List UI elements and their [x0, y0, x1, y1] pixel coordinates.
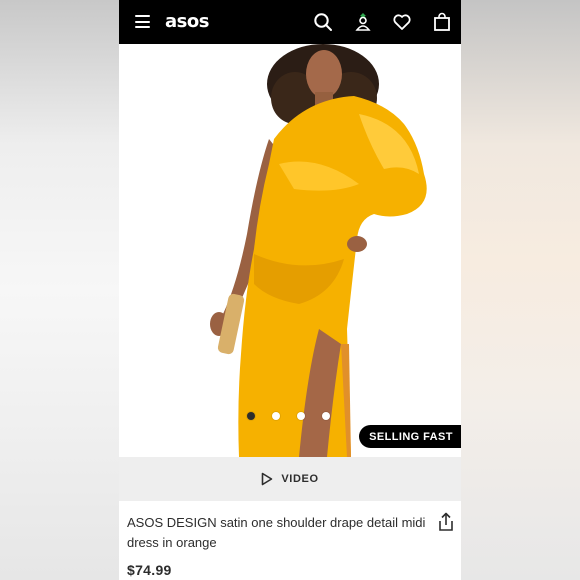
pagination-dot[interactable]: [247, 412, 255, 420]
heart-icon[interactable]: [392, 12, 412, 32]
model-in-dress-photo: [210, 44, 427, 457]
image-pagination-dots: [247, 412, 330, 420]
background-blur-right: [461, 0, 580, 580]
pagination-dot[interactable]: [272, 412, 280, 420]
share-icon[interactable]: [437, 512, 455, 532]
top-navigation-bar: asos: [119, 0, 461, 44]
bag-icon[interactable]: [432, 12, 452, 32]
product-image[interactable]: SELLING FAST: [119, 44, 461, 457]
selling-fast-badge: SELLING FAST: [359, 425, 461, 448]
product-price: $74.99: [127, 562, 172, 578]
video-label: VIDEO: [281, 473, 319, 485]
video-button[interactable]: VIDEO: [119, 457, 461, 501]
pagination-dot[interactable]: [322, 412, 330, 420]
account-icon[interactable]: [353, 12, 373, 32]
product-title: ASOS DESIGN satin one shoulder drape det…: [127, 515, 426, 550]
play-icon: [262, 472, 273, 486]
search-icon[interactable]: [313, 12, 333, 32]
phone-screen: asos SELLING FAST VIDEO ASOS DESIGN sati…: [119, 0, 461, 580]
asos-logo[interactable]: asos: [165, 11, 209, 32]
pagination-dot[interactable]: [297, 412, 305, 420]
background-blur-left: [0, 0, 119, 580]
menu-icon[interactable]: [135, 15, 150, 28]
